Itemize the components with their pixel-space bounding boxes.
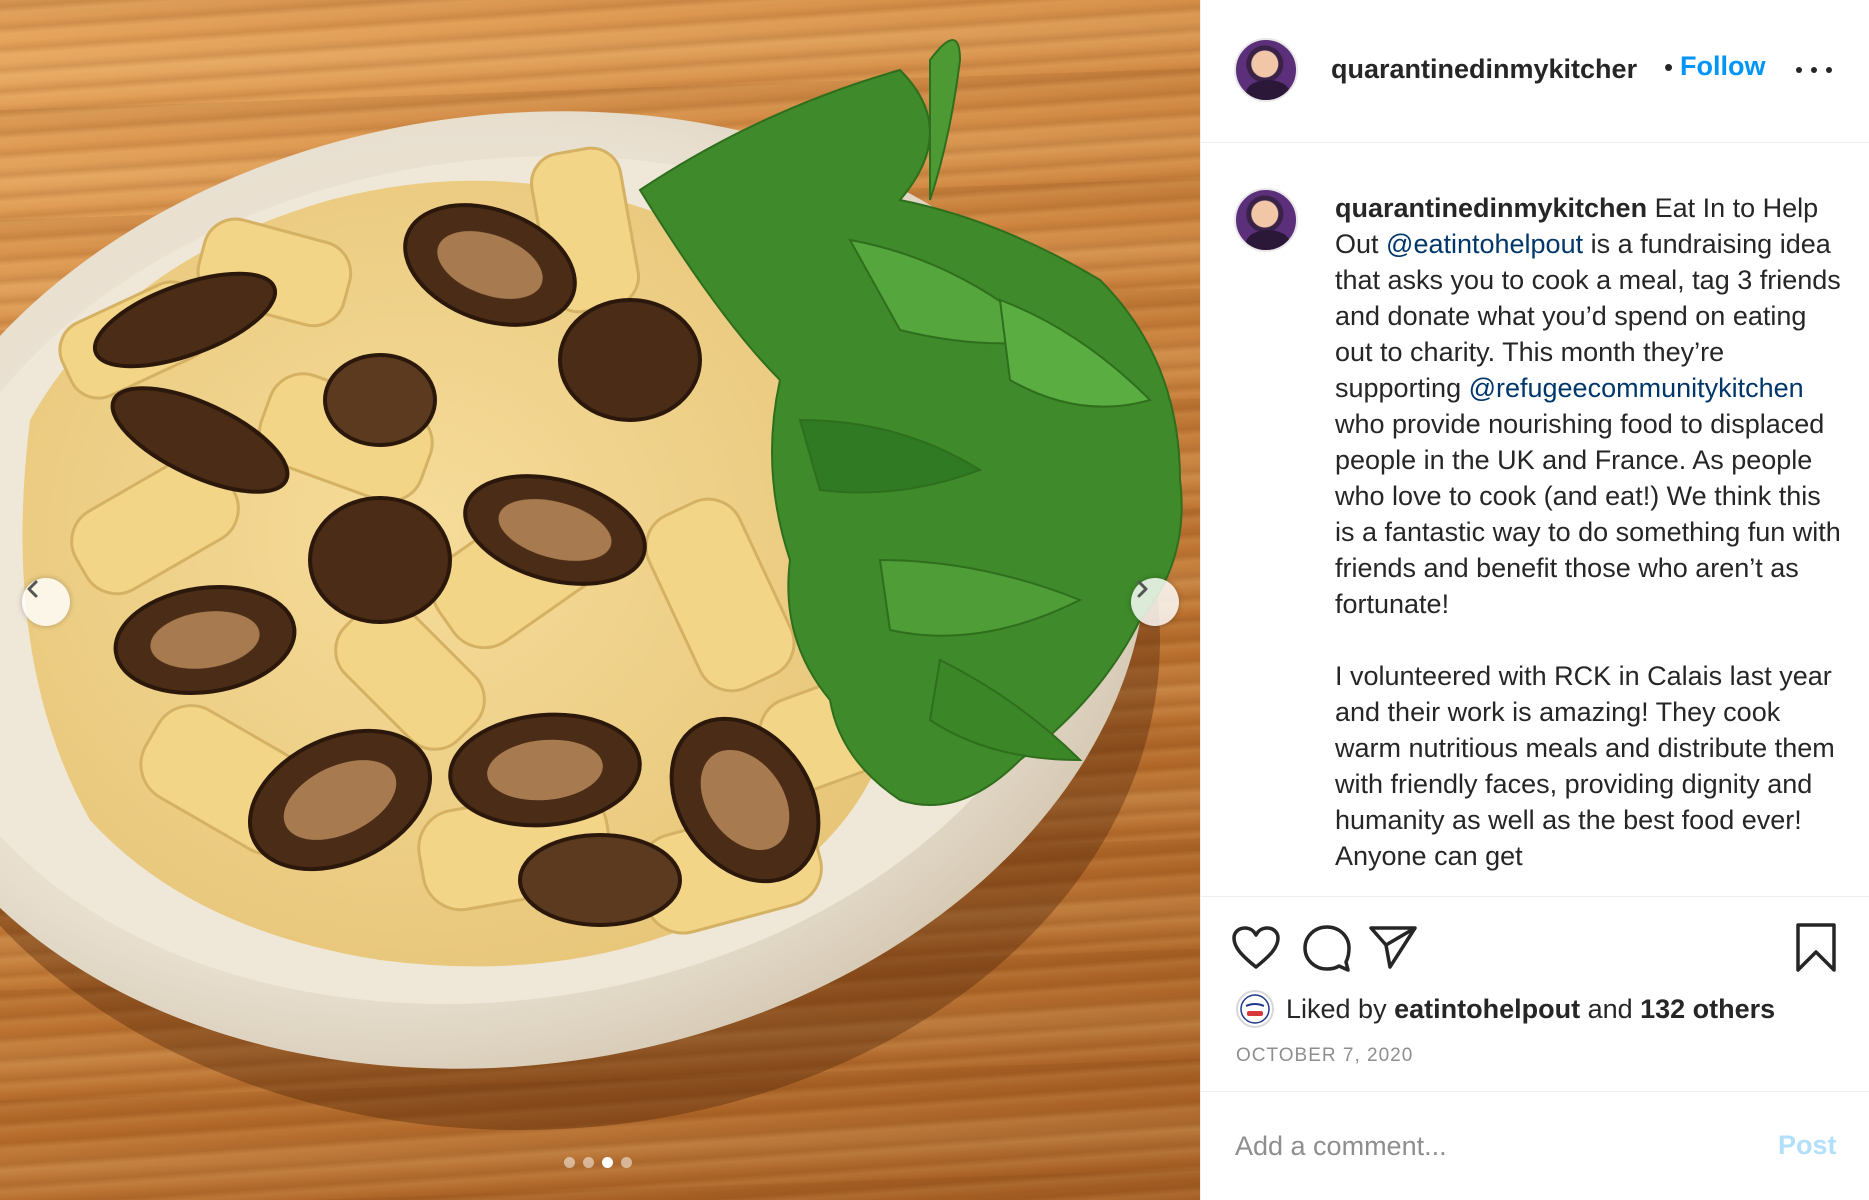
caption-text: quarantinedinmykitchen Eat In to Help Ou… (1335, 190, 1845, 874)
food-photo-illustration (0, 39, 1183, 1130)
comment-box: Post (1201, 1092, 1869, 1200)
likes-others-link[interactable]: 132 others (1640, 994, 1775, 1024)
carousel-dot-active (602, 1157, 613, 1168)
post-header: quarantinedinmykitcher • Follow (1201, 0, 1869, 143)
header-separator: • (1664, 52, 1674, 82)
eat-in-logo (1240, 994, 1270, 1024)
liker-avatar[interactable] (1236, 990, 1274, 1028)
like-button[interactable] (1231, 925, 1281, 976)
author-username[interactable]: quarantinedinmykitcher (1331, 54, 1661, 85)
more-dots-icon (1796, 67, 1802, 73)
likes-summary: Liked by eatintohelpout and 132 others (1236, 989, 1775, 1029)
likes-middle: and (1580, 993, 1641, 1024)
heart-icon (1232, 926, 1280, 969)
post-date[interactable]: OCTOBER 7, 2020 (1236, 1045, 1413, 1067)
likes-prefix: Liked by (1286, 993, 1395, 1024)
more-dot (1811, 67, 1817, 73)
carousel-indicator (564, 1157, 632, 1168)
share-button[interactable] (1368, 923, 1418, 976)
carousel-dot (564, 1157, 575, 1168)
author-avatar[interactable] (1234, 38, 1298, 102)
post-comment-button[interactable]: Post (1778, 1130, 1837, 1161)
caption-paragraph-2: I volunteered with RCK in Calais last ye… (1335, 661, 1843, 871)
caption-scroll-area[interactable]: quarantinedinmykitchen Eat In to Help Ou… (1201, 144, 1869, 896)
caption-mention[interactable]: @eatintohelpout (1386, 229, 1583, 259)
caption-mention[interactable]: @refugeecommunitykitchen (1469, 373, 1804, 403)
carousel-dot (621, 1157, 632, 1168)
more-options-button[interactable] (1796, 58, 1832, 82)
chevron-left-icon (27, 580, 38, 598)
paper-plane-icon (1369, 926, 1417, 969)
follow-button[interactable]: Follow (1680, 51, 1765, 82)
save-button[interactable] (1795, 922, 1837, 979)
caption-part: who provide nourishing food to displaced… (1335, 373, 1849, 619)
post-photo[interactable] (0, 0, 1200, 1200)
post-actions: Liked by eatintohelpout and 132 others O… (1201, 896, 1869, 1092)
caption-author-avatar[interactable] (1234, 188, 1298, 252)
likes-text: Liked by eatintohelpout and 132 others (1286, 994, 1775, 1025)
more-dot (1826, 67, 1832, 73)
bookmark-icon (1796, 923, 1836, 972)
liker-username[interactable]: eatintohelpout (1394, 994, 1580, 1024)
carousel-prev-button[interactable] (22, 578, 70, 626)
carousel-next-button[interactable] (1131, 578, 1179, 626)
caption-username[interactable]: quarantinedinmykitchen (1335, 193, 1647, 223)
chevron-right-icon (1137, 580, 1148, 598)
post-side-panel: quarantinedinmykitcher • Follow quaranti… (1200, 0, 1869, 1200)
comment-input[interactable] (1235, 1124, 1755, 1168)
speech-bubble-icon (1303, 925, 1351, 972)
comment-button[interactable] (1302, 924, 1352, 977)
carousel-dot (583, 1157, 594, 1168)
